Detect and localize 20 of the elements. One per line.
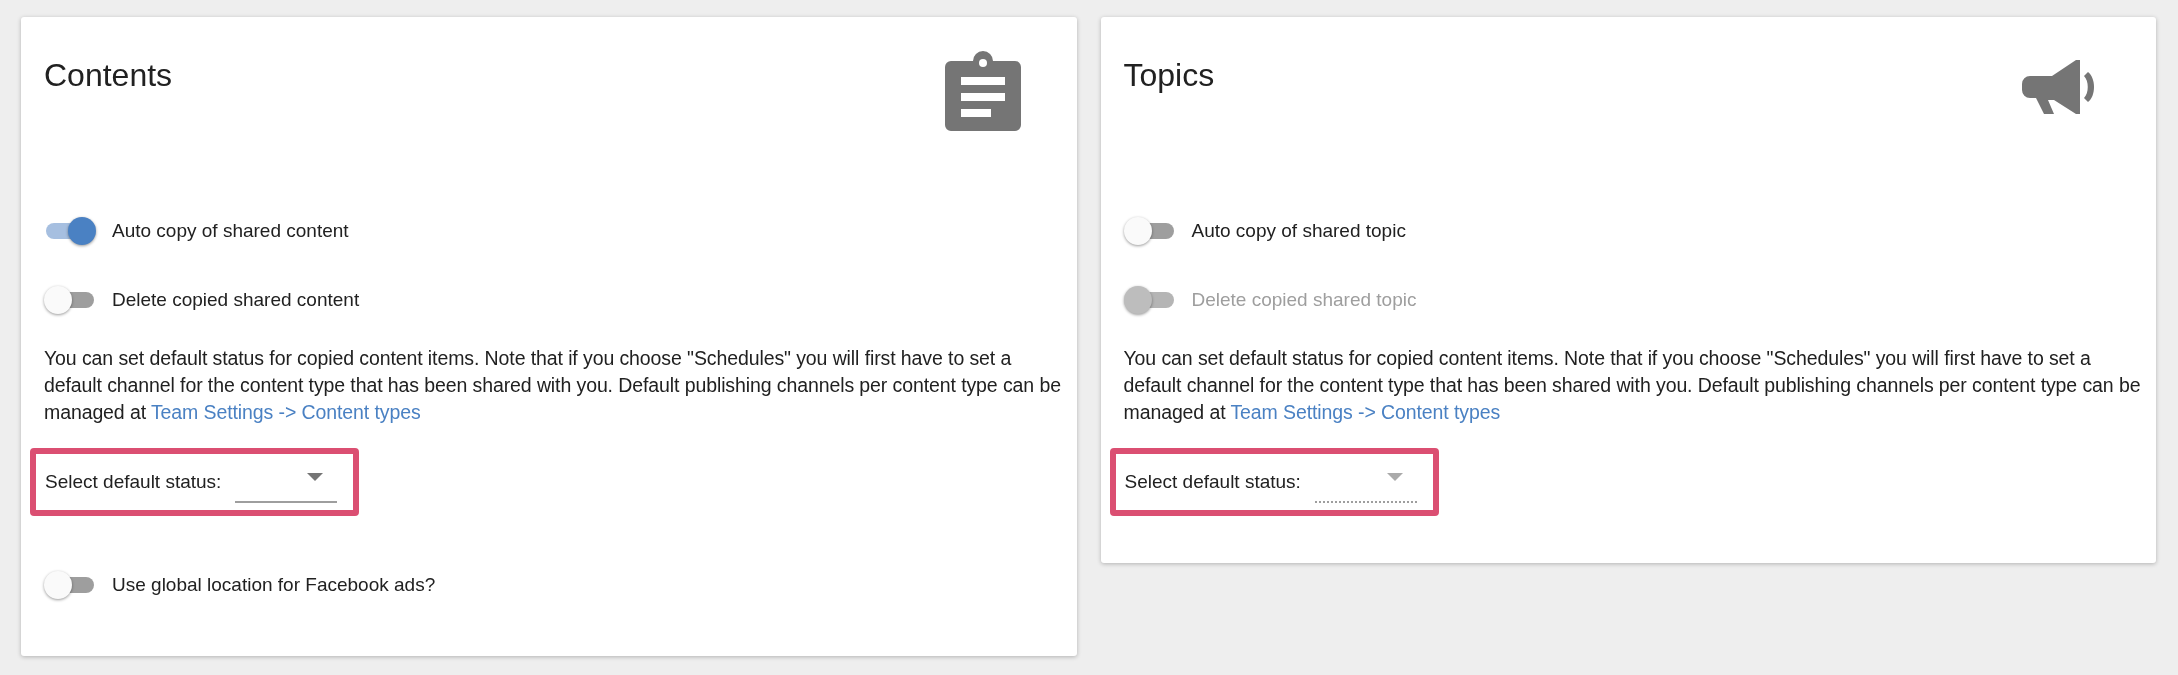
toggle-switch[interactable] [1123, 217, 1176, 245]
settings-link[interactable]: Team Settings -> Content types [150, 401, 421, 423]
caret-icon [1386, 473, 1403, 481]
caret-icon [307, 473, 324, 481]
description-text: You can set default status for copied content items. Note that if you choose "Schedules" you will first have to set a default channel for the content type that has been shared with you. Default publishing channels per content type can be managed at Team Settings -> Content types [1123, 346, 2142, 425]
select-label: Select default status: [1124, 469, 1301, 494]
toggle-label: Delete copied shared topic [1191, 287, 1417, 312]
toggle-label: Delete copied shared content [112, 287, 360, 312]
toggle-label: Use global location for Facebook ads? [112, 572, 436, 597]
toggle-switch[interactable] [44, 286, 96, 314]
toggle-label: Auto copy of shared topic [1191, 218, 1406, 243]
card-title: Topics [1123, 56, 1215, 95]
toggle-label: Auto copy of shared content [112, 218, 349, 243]
settings-link[interactable]: Team Settings -> Content types [1230, 401, 1501, 423]
clipboard-icon [944, 51, 1021, 131]
card-title: Contents [44, 56, 173, 95]
description-text: You can set default status for copied content items. Note that if you choose "Schedules" you will first have to set a default channel for the content type that has been shared with you. Default publishing channels per content type can be managed at Team Settings -> Content types [44, 346, 1062, 425]
select-label: Select default status: [45, 469, 222, 494]
toggle-switch[interactable] [44, 571, 96, 599]
toggle-switch[interactable] [44, 217, 96, 245]
